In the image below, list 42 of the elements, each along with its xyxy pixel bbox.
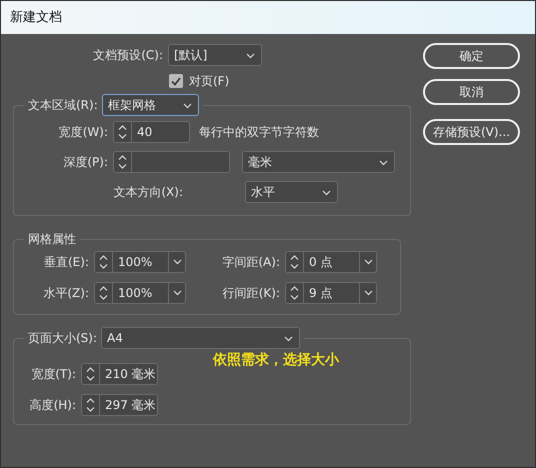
direction-dropdown[interactable]: 水平 [245,181,338,203]
combo-field[interactable]: 100% [94,251,186,273]
field-label: 水平(Z): [42,285,89,302]
annotation-text: 依照需求，选择大小 [213,351,339,370]
legend-label: 页面大小(S): [28,332,98,344]
combo-field[interactable]: 0 点 [285,251,377,273]
field-label: 垂直(E): [43,254,89,271]
chevron-down-icon [364,290,372,296]
chevron-down-icon [379,160,388,166]
field-label: 字间距(A): [221,254,280,271]
field-label: 文档预设(C): [92,47,163,64]
field-label: 行间距(K): [222,285,280,302]
field-label: 深度(P): [62,154,108,171]
checkbox[interactable] [169,74,183,88]
hint-text: 每行中的双字节字符数 [199,124,319,141]
width-spinner[interactable]: 40 [113,121,190,143]
chevron-down-icon [322,190,331,196]
dialog-button[interactable]: 存储预设(V)... [423,119,520,145]
field-label: 文本方向(X): [112,184,183,201]
window-title: 新建文档 [10,8,62,27]
page-size-dropdown[interactable]: A4 [101,327,300,349]
unit-dropdown[interactable]: 毫米 [242,151,395,173]
chevron-down-icon [172,259,182,265]
checkbox-label: 对页(F) [189,73,230,90]
field-label: 高度(H): [28,397,76,414]
field-label: 宽度(T): [30,366,76,383]
chevron-down-icon [364,259,372,265]
height-spinner[interactable]: 297 毫米 [81,394,158,416]
legend-label: 网格属性 [28,233,76,245]
combo-field[interactable]: 9 点 [285,282,377,304]
width-spinner[interactable]: 210 毫米 [81,363,158,385]
chevron-down-icon [284,336,294,342]
combo-field[interactable]: 100% [94,282,186,304]
chevron-down-icon [172,290,182,296]
dialog-button[interactable]: 确定 [423,43,520,69]
chevron-down-icon [246,52,255,59]
field-label: 宽度(W): [58,124,108,141]
preset-dropdown[interactable]: [默认] [168,44,262,66]
text-area-dropdown[interactable]: 框架网格 [102,94,199,116]
chevron-down-icon [182,102,192,109]
dialog-button[interactable]: 取消 [423,79,520,105]
legend-label: 文本区域(R): [28,99,98,111]
